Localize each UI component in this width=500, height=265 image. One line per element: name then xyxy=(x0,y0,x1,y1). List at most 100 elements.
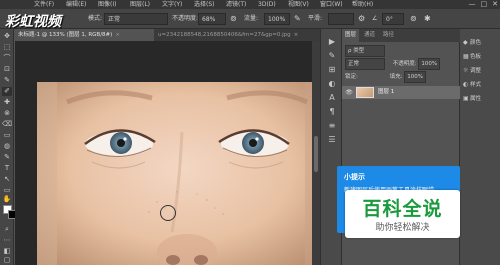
styles-icon: ◐ xyxy=(463,81,469,88)
brush-settings-icon[interactable]: ✎ xyxy=(326,51,338,61)
flow-input[interactable]: 100% xyxy=(264,13,290,25)
document-tab-active[interactable]: 未标题-1 @ 133% (图层 1, RGB/8#) × xyxy=(14,29,154,41)
eraser-tool-icon[interactable]: ⌫ xyxy=(2,120,12,129)
tab-paths[interactable]: 路径 xyxy=(380,29,397,42)
fill-label: 填充: xyxy=(389,74,403,80)
paragraph-icon[interactable]: ¶ xyxy=(326,107,338,117)
healing-tool-icon[interactable]: ✚ xyxy=(2,98,12,107)
brush-tool-icon[interactable]: ✐ xyxy=(2,87,12,96)
pen-tool-icon[interactable]: ✎ xyxy=(2,153,12,162)
panel-label: 样式 xyxy=(470,82,482,88)
document-tab-inactive[interactable]: u=2342188548,2168850406&fm=27&gp=0.jpg × xyxy=(154,29,320,41)
eyedropper-tool-icon[interactable]: ✎ xyxy=(2,76,12,85)
adjust-icon: ☼ xyxy=(463,67,469,74)
toolbox: ✥ ⬚ ⌒ ⊡ ✎ ✐ ✚ ⊗ ⌫ ▭ ◍ ✎ T ↖ ▭ ✋ ⌕ ⋯ ◧ ▢ xyxy=(0,29,17,265)
layer-lock-row: 锁定: 填充: 100% xyxy=(345,71,426,83)
quick-mask-icon[interactable]: ◧ xyxy=(2,247,12,256)
properties-icon: ▣ xyxy=(463,95,469,102)
maximize-button[interactable]: □ xyxy=(481,0,488,9)
smoothing-label: 平滑: xyxy=(308,15,323,22)
panel-label: 颜色 xyxy=(470,40,482,46)
color-icon: ◆ xyxy=(463,39,468,46)
options-bar: 彩虹视频 模式: 正常 不透明度: 68% ⊚ 流量: 100% ✎ 平滑: ⚙… xyxy=(0,9,500,30)
pressure-size-icon[interactable]: ⊚ xyxy=(410,13,417,25)
panel-styles[interactable]: ◐ 样式 xyxy=(463,79,481,91)
smoothing-options-icon[interactable]: ⚙ xyxy=(358,13,365,25)
character-icon[interactable]: A xyxy=(326,93,338,103)
baike-badge: 百科全说 助你轻松解决 xyxy=(345,190,460,238)
layer-opacity-label: 不透明度: xyxy=(392,61,417,67)
blur-tool-icon[interactable]: ◍ xyxy=(2,142,12,151)
hand-tool-icon[interactable]: ✋ xyxy=(2,195,12,204)
shape-tool-icon[interactable]: ▭ xyxy=(2,186,12,195)
panel-label: 调整 xyxy=(470,68,482,74)
menu-image[interactable]: 图像(I) xyxy=(98,0,116,9)
menu-file[interactable]: 文件(F) xyxy=(34,0,54,9)
panel-label: 色板 xyxy=(470,54,482,60)
face-photo[interactable] xyxy=(37,82,320,265)
document-tab-label: 未标题-1 @ 133% (图层 1, RGB/8#) xyxy=(18,32,113,38)
minimize-button[interactable]: — xyxy=(469,0,476,9)
canvas-scrollbar-thumb[interactable] xyxy=(314,136,318,172)
close-window-button[interactable]: ✕ xyxy=(492,0,498,9)
brush-cursor xyxy=(160,205,176,221)
list-icon[interactable]: ≡ xyxy=(326,121,338,131)
panel-swatches[interactable]: ▦色板 xyxy=(463,51,481,63)
window-controls: — □ ✕ xyxy=(469,0,499,9)
stamp-tool-icon[interactable]: ⊗ xyxy=(2,109,12,118)
menu-filter[interactable]: 滤镜(T) xyxy=(226,0,246,9)
eye-icon[interactable]: 👁 xyxy=(345,88,353,97)
menu-layer[interactable]: 图层(L) xyxy=(130,0,150,9)
menu-select[interactable]: 选择(S) xyxy=(194,0,215,9)
canvas-scrollbar[interactable] xyxy=(312,41,320,265)
menu-help[interactable]: 帮助(H) xyxy=(352,0,373,9)
crop-tool-icon[interactable]: ⊡ xyxy=(2,65,12,74)
tab-channels[interactable]: 通道 xyxy=(361,29,378,42)
layer-opacity-input[interactable]: 100% xyxy=(418,58,441,70)
pressure-opacity-icon[interactable]: ⊚ xyxy=(230,13,237,25)
type-tool-icon[interactable]: T xyxy=(2,164,12,173)
zoom-tool-icon[interactable]: ⌕ xyxy=(2,225,12,234)
right-panel: ◆ 颜色 ▦色板 ☼ 调整 ◐ 样式 ▣属性 xyxy=(460,29,500,265)
layer-row[interactable]: 👁 图层 1 xyxy=(342,86,460,99)
layer-name[interactable]: 图层 1 xyxy=(378,86,394,99)
document-tab-label: u=2342188548,2168850406&fm=27&gp=0.jpg xyxy=(158,32,291,38)
move-tool-icon[interactable]: ✥ xyxy=(2,32,12,41)
adjustments-icon[interactable]: ◐ xyxy=(326,79,338,89)
screen-mode-icon[interactable]: ▢ xyxy=(2,256,12,265)
menu-icon[interactable]: ☰ xyxy=(326,135,338,145)
layer-filter-row: ρ 类型 xyxy=(345,45,385,57)
play-icon[interactable]: ▶ xyxy=(326,37,338,47)
menu-3d[interactable]: 3D(D) xyxy=(258,0,276,9)
blend-mode-select[interactable]: 正常 xyxy=(104,13,168,25)
menu-type[interactable]: 文字(Y) xyxy=(162,0,182,9)
layer-filter-select[interactable]: ρ 类型 xyxy=(345,45,385,57)
tab-layers[interactable]: 图层 xyxy=(342,29,360,42)
layer-blend-mode-select[interactable]: 正常 xyxy=(345,58,385,70)
opacity-input[interactable]: 68% xyxy=(198,13,226,25)
symmetry-icon[interactable]: ✱ xyxy=(424,13,431,25)
menu-edit[interactable]: 编辑(E) xyxy=(66,0,86,9)
angle-input[interactable]: 0° xyxy=(382,13,404,25)
grid-icon[interactable]: ⊞ xyxy=(326,65,338,75)
panel-adjustments[interactable]: ☼ 调整 xyxy=(463,65,481,77)
smoothing-input[interactable] xyxy=(328,13,354,25)
layer-fill-input[interactable]: 100% xyxy=(404,71,426,83)
gradient-tool-icon[interactable]: ▭ xyxy=(2,131,12,140)
lasso-tool-icon[interactable]: ⌒ xyxy=(2,54,12,63)
panel-properties[interactable]: ▣属性 xyxy=(463,93,481,105)
panel-color[interactable]: ◆ 颜色 xyxy=(463,37,481,49)
tab-close-icon[interactable]: × xyxy=(115,32,120,38)
more-tools-icon[interactable]: ⋯ xyxy=(2,236,12,245)
path-select-tool-icon[interactable]: ↖ xyxy=(2,175,12,184)
canvas-area[interactable] xyxy=(15,41,320,265)
airbrush-icon[interactable]: ✎ xyxy=(294,13,301,25)
marquee-tool-icon[interactable]: ⬚ xyxy=(2,43,12,52)
tab-close-icon[interactable]: × xyxy=(294,32,299,38)
document-tab-bar: 未标题-1 @ 133% (图层 1, RGB/8#) × u=234218854… xyxy=(14,29,320,41)
baike-subtitle: 助你轻松解决 xyxy=(375,223,430,233)
baike-title: 百科全说 xyxy=(362,198,443,220)
menu-window[interactable]: 窗口(W) xyxy=(320,0,343,9)
menu-view[interactable]: 视图(V) xyxy=(288,0,309,9)
layers-panel-tabs: 图层 通道 路径 xyxy=(342,29,460,42)
